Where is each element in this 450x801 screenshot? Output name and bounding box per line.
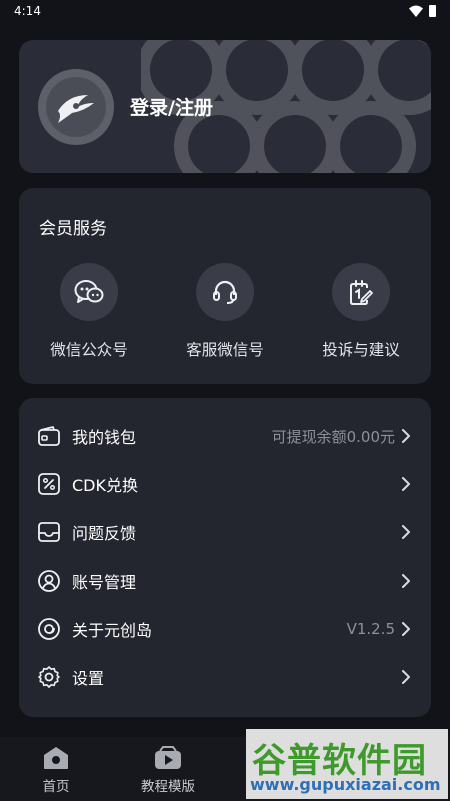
member-services-card: 会员服务 微信公众号 客服微信号 投诉与建议 bbox=[19, 188, 431, 384]
service-label: 投诉与建议 bbox=[322, 341, 400, 359]
menu-label: 关于元创岛 bbox=[72, 620, 153, 640]
nav-tutorial-template[interactable]: 教程模版 bbox=[112, 737, 224, 801]
menu-label: 我的钱包 bbox=[72, 428, 137, 448]
chevron-right-icon bbox=[402, 429, 410, 444]
avatar-inner bbox=[46, 76, 106, 137]
chevron-right-icon bbox=[402, 670, 410, 685]
status-bar: 4:14 bbox=[0, 0, 450, 22]
menu-item-wallet[interactable]: 我的钱包 可提现余额0.00元 bbox=[19, 412, 431, 460]
wallet-icon bbox=[37, 424, 61, 448]
status-time: 4:14 bbox=[14, 4, 41, 18]
app-version: V1.2.5 bbox=[346, 619, 395, 638]
wallet-balance: 可提现余额0.00元 bbox=[271, 427, 395, 446]
chevron-right-icon bbox=[402, 525, 410, 540]
wechat-icon bbox=[60, 263, 118, 321]
headset-icon bbox=[196, 263, 254, 321]
menu-item-account[interactable]: 账号管理 bbox=[19, 557, 431, 605]
nav-home[interactable]: 首页 bbox=[0, 737, 112, 801]
gear-icon bbox=[37, 665, 61, 689]
watermark-logo: 谷普软件园 www.gupuxiazai.com bbox=[246, 729, 448, 799]
battery-icon bbox=[429, 5, 436, 17]
menu-label: 设置 bbox=[72, 669, 105, 689]
info-disc-icon bbox=[37, 617, 61, 641]
chevron-right-icon bbox=[402, 477, 410, 492]
menu-item-settings[interactable]: 设置 bbox=[19, 653, 431, 701]
menu-item-feedback[interactable]: 问题反馈 bbox=[19, 508, 431, 556]
menu-item-about[interactable]: 关于元创岛 V1.2.5 bbox=[19, 605, 431, 653]
play-template-icon bbox=[155, 746, 181, 769]
wifi-icon bbox=[409, 5, 423, 17]
chevron-right-icon bbox=[402, 621, 410, 636]
menu-label: 问题反馈 bbox=[72, 524, 137, 544]
login-card[interactable]: 登录/注册 bbox=[19, 40, 431, 173]
home-icon bbox=[44, 747, 68, 769]
percent-coupon-icon bbox=[37, 472, 61, 496]
nav-label: 教程模版 bbox=[141, 779, 195, 795]
watermark-url: www.gupuxiazai.com bbox=[250, 775, 441, 794]
login-register-link[interactable]: 登录/注册 bbox=[130, 93, 213, 120]
settings-menu-card: 我的钱包 可提现余额0.00元 CDK兑换 问题反馈 账号管理 关于元创岛 V1… bbox=[19, 398, 431, 717]
service-label: 客服微信号 bbox=[186, 341, 264, 359]
chevron-right-icon bbox=[402, 573, 410, 588]
section-title: 会员服务 bbox=[39, 219, 107, 239]
avatar[interactable] bbox=[38, 68, 114, 145]
nav-label: 首页 bbox=[42, 779, 70, 795]
user-circle-icon bbox=[37, 569, 61, 593]
feedback-edit-icon bbox=[332, 263, 390, 321]
inbox-icon bbox=[37, 520, 61, 544]
service-wechat-official[interactable]: 微信公众号 bbox=[24, 263, 154, 360]
service-label: 微信公众号 bbox=[50, 341, 128, 359]
menu-label: CDK兑换 bbox=[72, 476, 138, 496]
menu-label: 账号管理 bbox=[72, 572, 137, 592]
menu-item-cdk[interactable]: CDK兑换 bbox=[19, 460, 431, 508]
service-customer-wechat[interactable]: 客服微信号 bbox=[160, 263, 290, 360]
app-logo-icon bbox=[58, 94, 94, 123]
service-items: 微信公众号 客服微信号 投诉与建议 bbox=[19, 263, 431, 360]
status-icons bbox=[409, 5, 436, 17]
service-complaint[interactable]: 投诉与建议 bbox=[296, 263, 426, 360]
